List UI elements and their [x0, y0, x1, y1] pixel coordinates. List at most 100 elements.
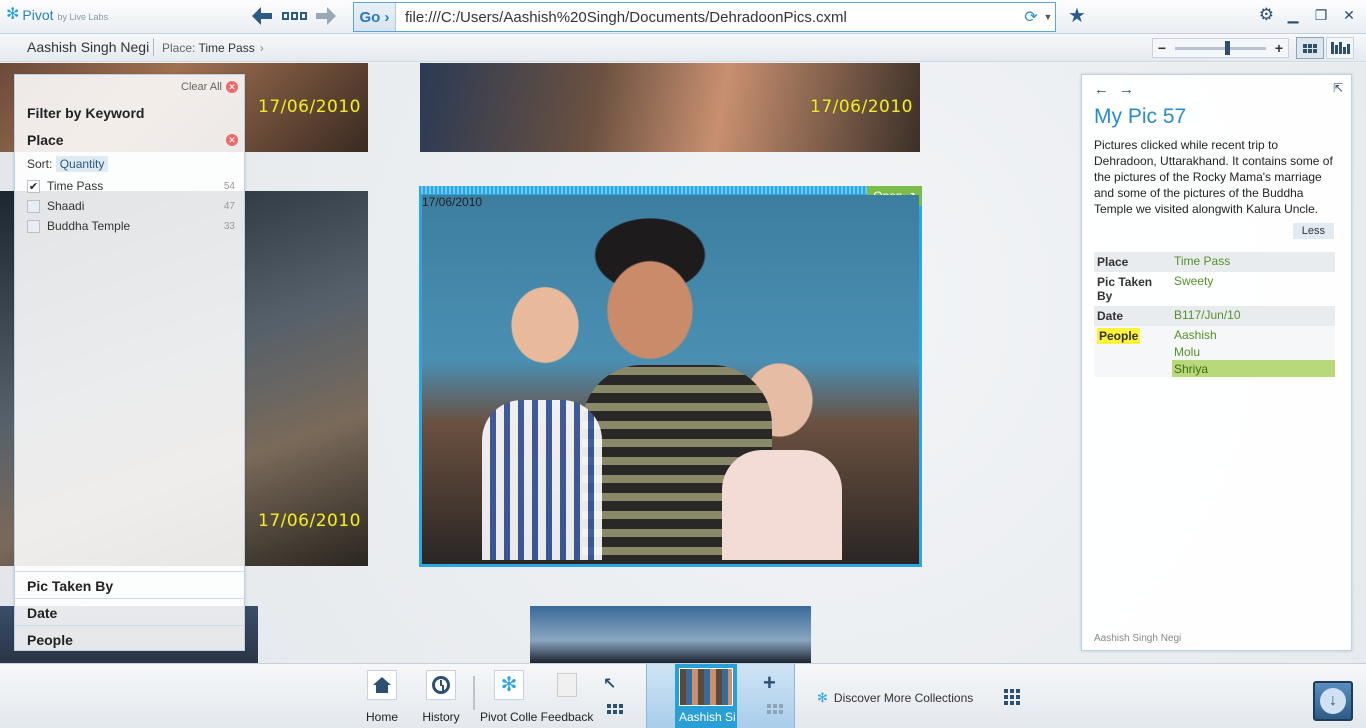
plus-icon[interactable]: +	[763, 670, 776, 696]
photo-figure	[482, 400, 602, 560]
zoom-thumb[interactable]	[1225, 40, 1231, 55]
close-icon[interactable]: ✕	[1340, 6, 1358, 24]
collapse-panel-icon[interactable]: ⇱	[1333, 81, 1343, 95]
zoom-track[interactable]	[1175, 40, 1266, 55]
facet-value[interactable]: Sweety	[1172, 272, 1335, 289]
history-button[interactable]: History	[412, 670, 470, 724]
grid-view-button[interactable]	[1296, 37, 1324, 59]
address-bar[interactable]: Go › file:///C:/Users/Aashish%20Singh/Do…	[353, 2, 1056, 32]
discover-more-link[interactable]: ✻ Discover More Collections	[817, 690, 973, 706]
collection-thumbnail	[679, 668, 733, 706]
apps-grid-icon[interactable]	[607, 704, 623, 714]
photo-date: 17/06/2010	[422, 195, 483, 209]
photo-date: 17/06/2010	[810, 97, 913, 117]
dock-divider	[473, 676, 475, 710]
breadcrumb-collection[interactable]: Aashish Singh Negi	[27, 39, 149, 55]
facet-key-highlight: People	[1097, 328, 1141, 344]
facet-place-header[interactable]: Place ✕	[15, 126, 244, 154]
checkbox[interactable]	[27, 219, 40, 233]
checkbox[interactable]	[27, 199, 40, 213]
tiles-icon	[281, 12, 289, 20]
facet-pic-taken-by[interactable]: Pic Taken By	[15, 571, 244, 598]
app-by-line: by Live Labs	[57, 11, 109, 22]
tiles-icon-part	[299, 12, 307, 20]
download-button[interactable]: ↓	[1313, 681, 1353, 721]
active-collection-tab[interactable]: Aashish Si +	[646, 664, 795, 728]
item-footer: Aashish Singh Negi	[1094, 633, 1182, 644]
collection-grid-icon[interactable]	[767, 704, 783, 714]
active-collection-label: Aashish Si	[679, 710, 735, 724]
info-panel: ← → ⇱ My Pic 57 Pictures clicked while r…	[1081, 74, 1352, 651]
graph-view-button[interactable]	[1326, 37, 1354, 59]
home-label: Home	[365, 710, 398, 724]
clear-all-button[interactable]: Clear All ✕	[181, 81, 238, 93]
tiles-button[interactable]	[280, 5, 308, 27]
url-input[interactable]: file:///C:/Users/Aashish%20Singh/Documen…	[396, 9, 1021, 26]
sort-value[interactable]: Quantity	[55, 156, 109, 172]
selected-photo-frame[interactable]: Open ↗ 17/06/2010	[419, 186, 922, 567]
facet-value-selected[interactable]: Shriya	[1172, 360, 1335, 377]
facet-value[interactable]: Aashish	[1172, 326, 1335, 343]
home-icon	[373, 677, 391, 693]
clear-place-icon[interactable]: ✕	[226, 134, 238, 146]
tiles-icon-part	[290, 12, 298, 20]
collection-thumbnail-frame: Aashish Si	[675, 664, 737, 728]
facet-value[interactable]: B117/Jun/10	[1172, 306, 1335, 323]
facet-value[interactable]: Time Pass	[1172, 252, 1335, 269]
previous-item-icon[interactable]: ←	[1094, 81, 1109, 98]
facet-item-count: 47	[223, 200, 235, 212]
forward-arrow-icon	[316, 7, 336, 25]
gear-icon[interactable]: ⚙	[1259, 6, 1274, 24]
facet-label: Pic Taken By	[27, 578, 114, 594]
discover-label: Discover More Collections	[833, 691, 974, 705]
dropdown-icon[interactable]: ▼	[1041, 12, 1055, 22]
grid-view-icon	[1303, 43, 1317, 53]
restore-icon[interactable]: ❐	[1312, 6, 1330, 24]
star-icon[interactable]: ★	[1068, 5, 1086, 27]
photo-tile[interactable]: 17/06/2010	[420, 63, 920, 152]
forward-button[interactable]	[314, 5, 338, 27]
facet-place-label: Place	[27, 132, 64, 148]
checkbox[interactable]: ✔	[27, 179, 40, 193]
facet-item[interactable]: Shaadi 47	[27, 196, 235, 216]
home-button[interactable]: Home	[353, 670, 411, 724]
selected-photo[interactable]: 17/06/2010	[422, 195, 919, 564]
item-title: My Pic 57	[1094, 105, 1187, 128]
facet-people[interactable]: People	[15, 625, 244, 652]
next-item-icon[interactable]: →	[1119, 81, 1134, 98]
back-arrow-icon	[252, 7, 272, 25]
feedback-button[interactable]: Feedback	[538, 670, 596, 724]
facet-value[interactable]: Molu	[1172, 343, 1335, 360]
facet-item[interactable]: Buddha Temple 33	[27, 216, 235, 236]
download-icon: ↓	[1320, 688, 1346, 714]
filter-by-keyword[interactable]: Filter by Keyword	[27, 105, 144, 121]
title-bar: ✻ Pivot by Live Labs Go › file:///C:/Use…	[0, 0, 1366, 34]
facet-label: Date	[27, 605, 58, 621]
minimize-icon[interactable]: ▁	[1284, 6, 1302, 24]
facet-item[interactable]: ✔ Time Pass 54	[27, 176, 235, 196]
back-button[interactable]	[250, 5, 274, 27]
less-button[interactable]: Less	[1292, 223, 1334, 239]
bottom-dock: Home History ✻ Pivot Collec Feedback ↖ A…	[0, 663, 1366, 728]
refresh-icon[interactable]: ⟳	[1021, 7, 1041, 27]
zoom-plus-icon[interactable]: +	[1270, 40, 1288, 56]
pivot-logo-icon: ✻	[6, 6, 20, 23]
photo-tile[interactable]	[530, 606, 811, 663]
breadcrumb-place[interactable]: Place: Time Pass ›	[162, 41, 264, 55]
breadcrumb-place-label: Place:	[162, 41, 196, 55]
zoom-slider[interactable]: − +	[1152, 38, 1289, 58]
corner-arrow-icon[interactable]: ↖	[603, 674, 616, 694]
all-apps-icon[interactable]	[1004, 689, 1020, 705]
photo-date: 17/06/2010	[258, 511, 361, 531]
zoom-minus-icon[interactable]: −	[1153, 40, 1171, 56]
facet-place-list: ✔ Time Pass 54 Shaadi 47 Buddha Temple 3…	[27, 176, 235, 236]
facet-key: Pic Taken By	[1097, 275, 1153, 303]
pivot-collections-button[interactable]: ✻ Pivot Collec	[480, 670, 538, 724]
chevron-right-icon: ›	[259, 41, 264, 55]
sort-control[interactable]: Sort: Quantity	[27, 156, 109, 172]
facet-date[interactable]: Date	[15, 598, 244, 625]
facet-row-place: Place Time Pass	[1094, 252, 1335, 272]
go-button[interactable]: Go ›	[354, 3, 396, 31]
facet-item-count: 33	[223, 220, 235, 232]
breadcrumb-place-value: Time Pass	[198, 41, 255, 55]
